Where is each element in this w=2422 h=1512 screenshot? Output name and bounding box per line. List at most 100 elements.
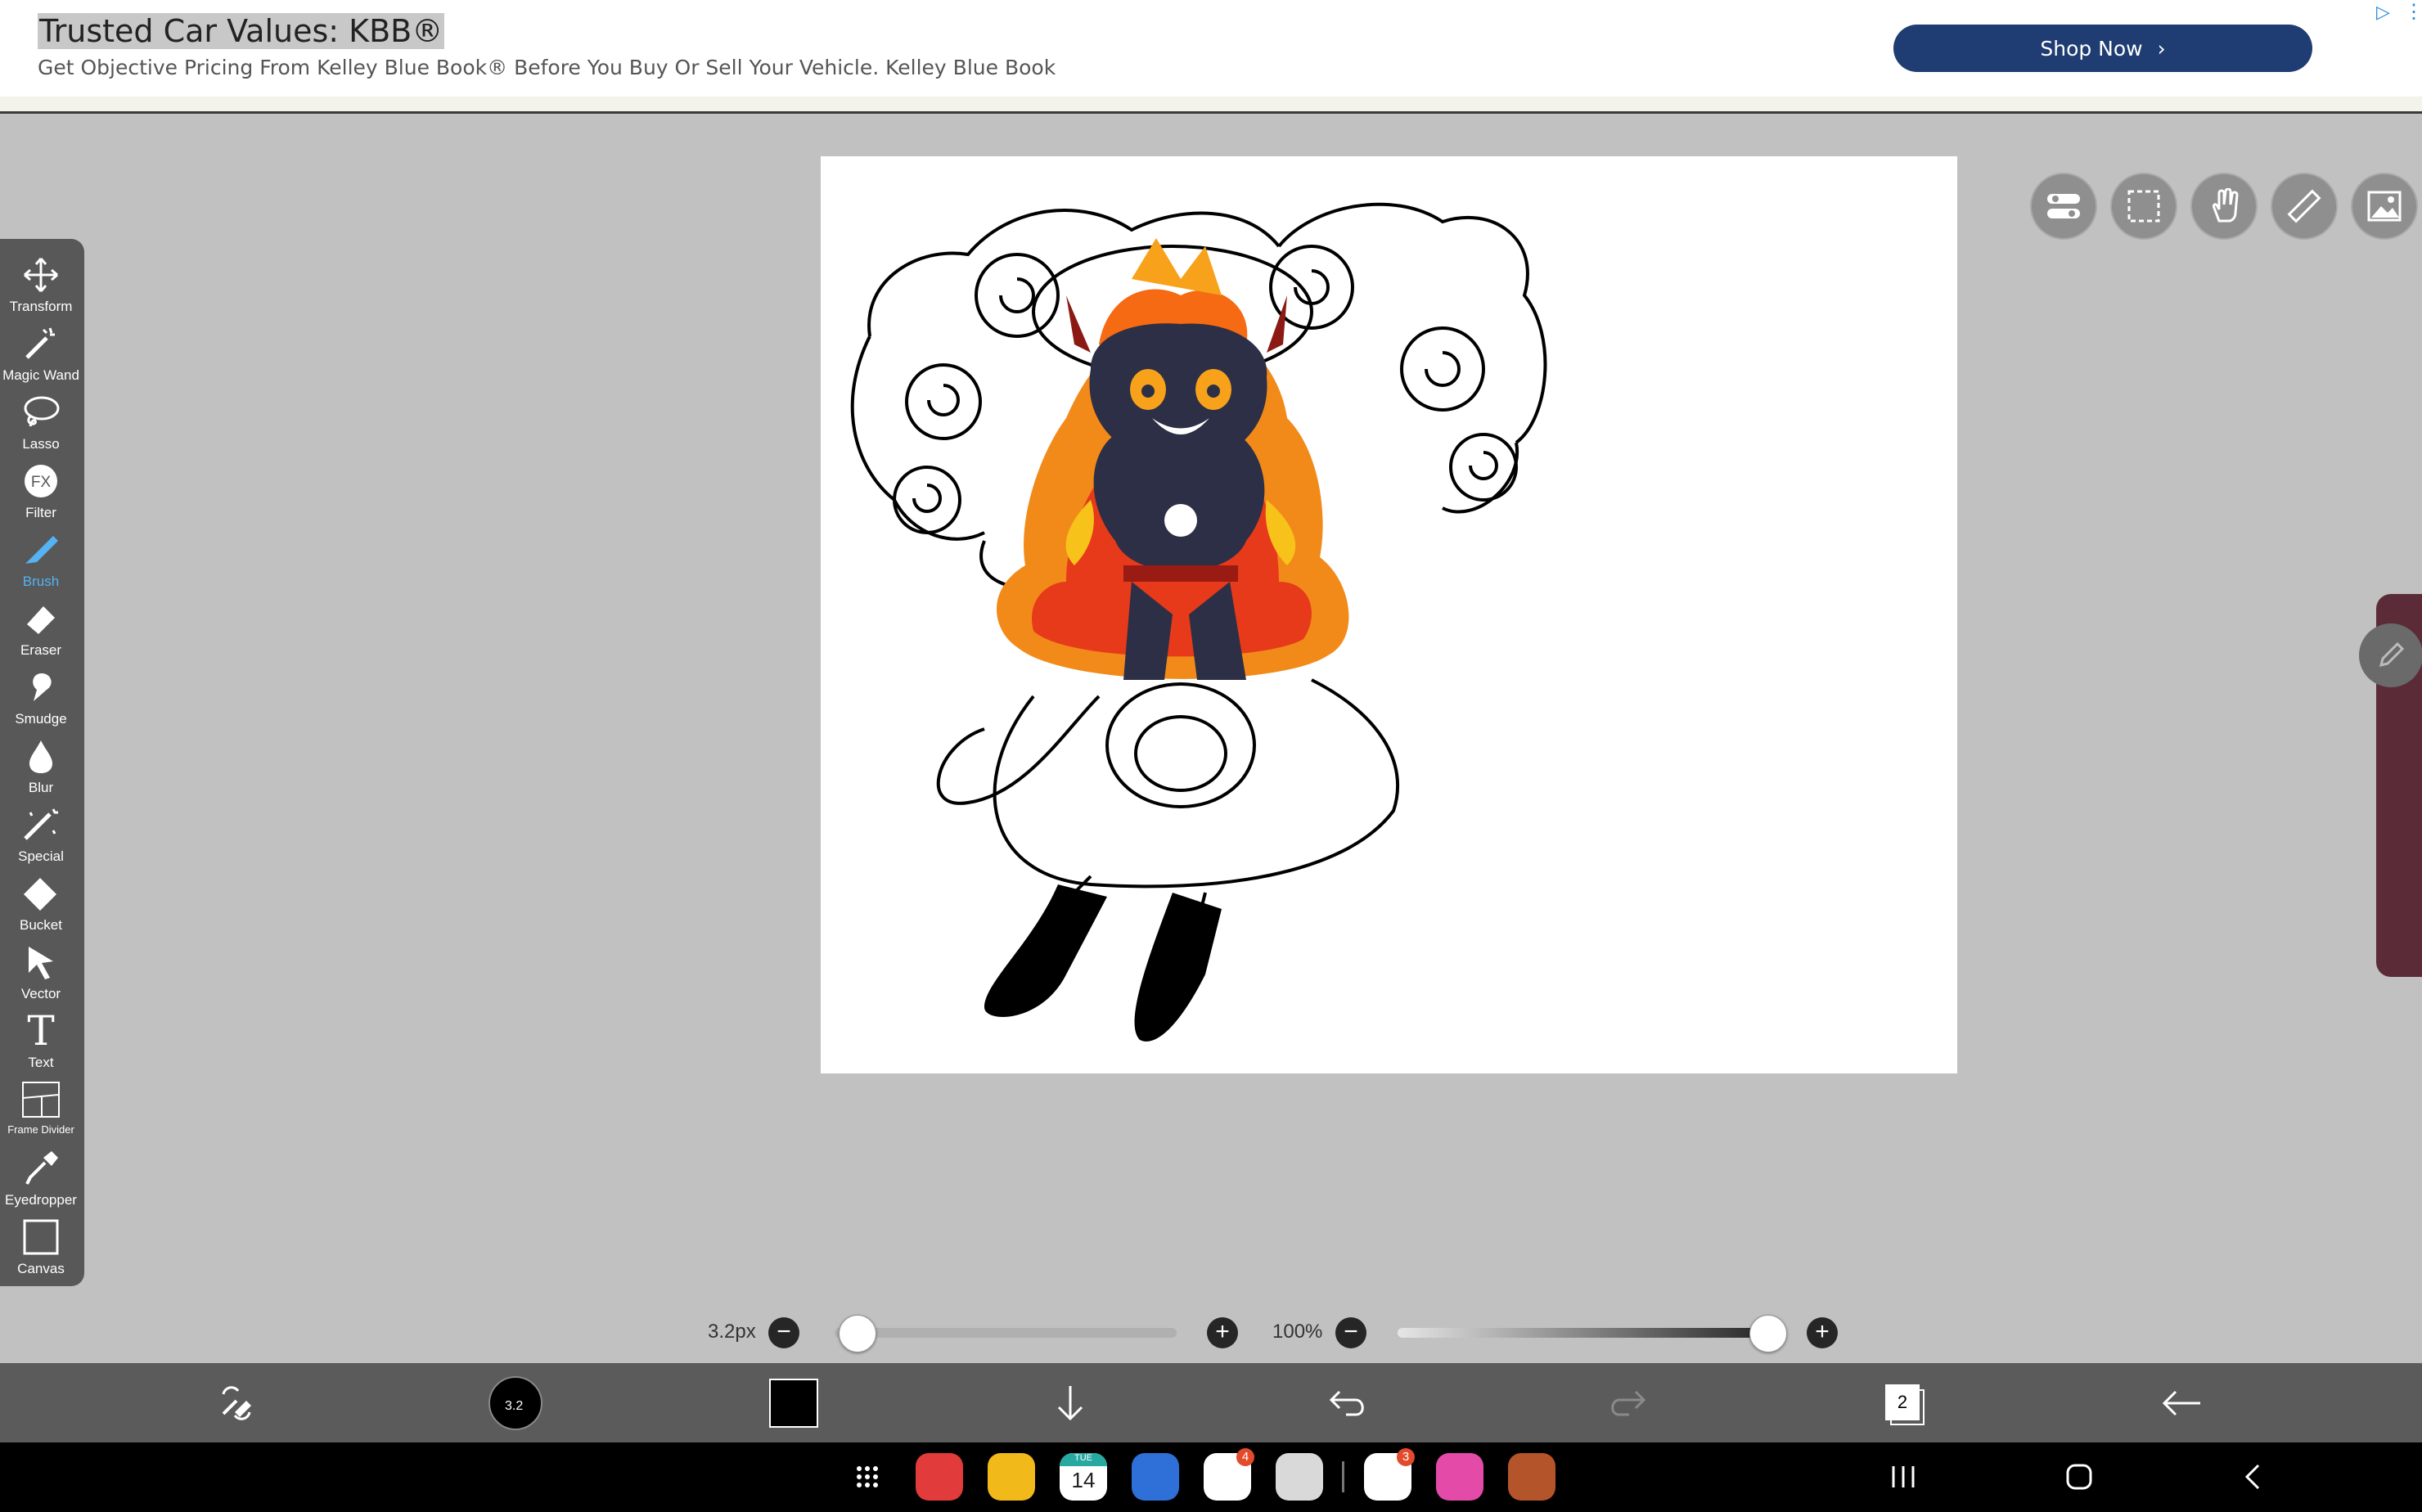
brush-size-badge: 3.2 (505, 1398, 524, 1413)
chrome-app[interactable]: 4 (1204, 1448, 1254, 1501)
calendar-app[interactable]: 14 TUE (1060, 1453, 1107, 1501)
layers-button[interactable]: 2 (1871, 1363, 1936, 1442)
bucket-icon (0, 873, 82, 914)
camera-app[interactable] (1276, 1453, 1323, 1501)
messages-app[interactable] (1132, 1453, 1179, 1501)
adchoices-icon[interactable]: ▷ (2376, 2, 2390, 23)
move-arrows-icon (0, 254, 82, 295)
notes-app[interactable] (916, 1453, 963, 1501)
frame-divider-icon (0, 1079, 82, 1120)
bottom-toolbar (0, 1363, 2422, 1442)
home-icon[interactable] (2065, 1463, 2093, 1495)
opacity-label: 100% (1272, 1321, 1323, 1343)
tool-vector[interactable]: Vector (0, 940, 82, 1009)
ad-banner[interactable]: Trusted Car Values: KBB® Get Objective P… (0, 0, 2422, 114)
tool-label: Blur (28, 780, 54, 795)
ad-subtitle: Get Objective Pricing From Kelley Blue B… (38, 56, 1056, 79)
tool-frame-divider[interactable]: Frame Divider (0, 1078, 82, 1146)
brush-size-label: 3.2px (708, 1321, 756, 1343)
tool-eraser[interactable]: Eraser (0, 596, 82, 665)
fx-icon: FX (0, 461, 82, 502)
artwork (850, 202, 1547, 1042)
dock-divider (1342, 1461, 1344, 1492)
tool-label: Lasso (22, 436, 60, 452)
tool-label: Brush (22, 574, 60, 589)
recent-apps-icon[interactable] (1890, 1465, 1916, 1493)
tool-label: Transform (9, 299, 73, 314)
tool-label: Text (28, 1055, 54, 1070)
brush-icon (0, 529, 82, 570)
opacity-minus-button[interactable]: − (1335, 1317, 1366, 1348)
tool-label: Bucket (20, 917, 62, 933)
hand-icon[interactable] (2190, 173, 2258, 240)
shop-now-label: Shop Now (2040, 36, 2143, 61)
opacity-slider-knob[interactable] (1749, 1315, 1787, 1352)
game-app[interactable] (1508, 1453, 1555, 1501)
brush-swap-icon[interactable] (205, 1363, 270, 1442)
tool-label: Frame Divider (7, 1123, 74, 1136)
brush-preview[interactable]: 3.2 (483, 1363, 548, 1442)
tool-special[interactable]: Special (0, 803, 82, 871)
ad-title[interactable]: Trusted Car Values: KBB® (38, 13, 445, 49)
drawing-canvas[interactable] (821, 156, 1957, 1073)
calendar-date: 14 (1071, 1468, 1096, 1492)
notification-badge: 3 (1397, 1448, 1415, 1466)
tool-label: Canvas (17, 1261, 65, 1276)
tool-eyedropper[interactable]: Eyedropper (0, 1146, 82, 1215)
tool-label: Smudge (15, 711, 67, 727)
cursor-arrow-icon (0, 942, 82, 983)
download-arrow-icon[interactable] (1038, 1363, 1103, 1442)
calendar-day: TUE (1060, 1453, 1107, 1466)
smudge-icon (0, 667, 82, 708)
tool-lasso[interactable]: Lasso (0, 390, 82, 459)
brush-size-minus-button[interactable]: − (768, 1317, 799, 1348)
tool-label: Vector (20, 986, 61, 1001)
svg-text:T: T (27, 1010, 54, 1051)
text-T-icon: T (0, 1010, 82, 1051)
opacity-plus-button[interactable]: + (1807, 1317, 1838, 1348)
pencil-icon[interactable] (2359, 623, 2422, 687)
app-drawer[interactable] (844, 1453, 891, 1501)
chevron-right-icon: › (2157, 36, 2166, 61)
tool-magic-wand[interactable]: Magic Wand (0, 322, 82, 390)
selection-icon[interactable] (2110, 173, 2177, 240)
tool-text[interactable]: T Text (0, 1009, 82, 1078)
brush-size-slider[interactable] (835, 1328, 1177, 1338)
shop-now-button[interactable]: Shop Now › (1893, 25, 2312, 72)
special-brush-icon (0, 804, 82, 845)
tool-label: Eraser (20, 642, 62, 658)
ad-divider (0, 97, 2422, 111)
tool-bucket[interactable]: Bucket (0, 871, 82, 940)
color-swatch[interactable] (761, 1363, 826, 1442)
tool-label: Filter (25, 505, 56, 520)
lasso-icon (0, 392, 82, 433)
tool-filter[interactable]: FX Filter (0, 459, 82, 528)
tool-brush[interactable]: Brush (0, 528, 82, 596)
notification-badge: 4 (1236, 1448, 1254, 1466)
tool-smudge[interactable]: Smudge (0, 665, 82, 734)
redo-icon[interactable] (1594, 1363, 1659, 1442)
opacity-slider[interactable] (1398, 1328, 1776, 1338)
layers-count: 2 (1885, 1384, 1920, 1420)
canvas-square-icon (0, 1217, 82, 1258)
toggle-icon[interactable] (2030, 173, 2097, 240)
brush-size-plus-button[interactable]: + (1207, 1317, 1238, 1348)
tool-transform[interactable]: Transform (0, 253, 82, 322)
flower-app[interactable] (1436, 1453, 1483, 1501)
tool-canvas[interactable]: Canvas (0, 1215, 82, 1284)
nav-back-icon[interactable] (2240, 1463, 2265, 1495)
drop-icon (0, 736, 82, 776)
tool-label: Special (18, 848, 64, 864)
svg-text:FX: FX (31, 474, 52, 491)
ruler-icon[interactable] (2271, 173, 2338, 240)
brush-size-slider-knob[interactable] (838, 1315, 876, 1352)
image-icon[interactable] (2351, 173, 2418, 240)
tool-label: Eyedropper (5, 1192, 77, 1208)
magic-wand-icon (0, 323, 82, 364)
undo-icon[interactable] (1316, 1363, 1381, 1442)
files-app[interactable] (988, 1453, 1035, 1501)
more-vertical-icon[interactable]: ⋮ (2404, 0, 2422, 24)
tool-blur[interactable]: Blur (0, 734, 82, 803)
google-app[interactable]: 3 (1364, 1448, 1415, 1501)
back-arrow-icon[interactable] (2149, 1363, 2214, 1442)
